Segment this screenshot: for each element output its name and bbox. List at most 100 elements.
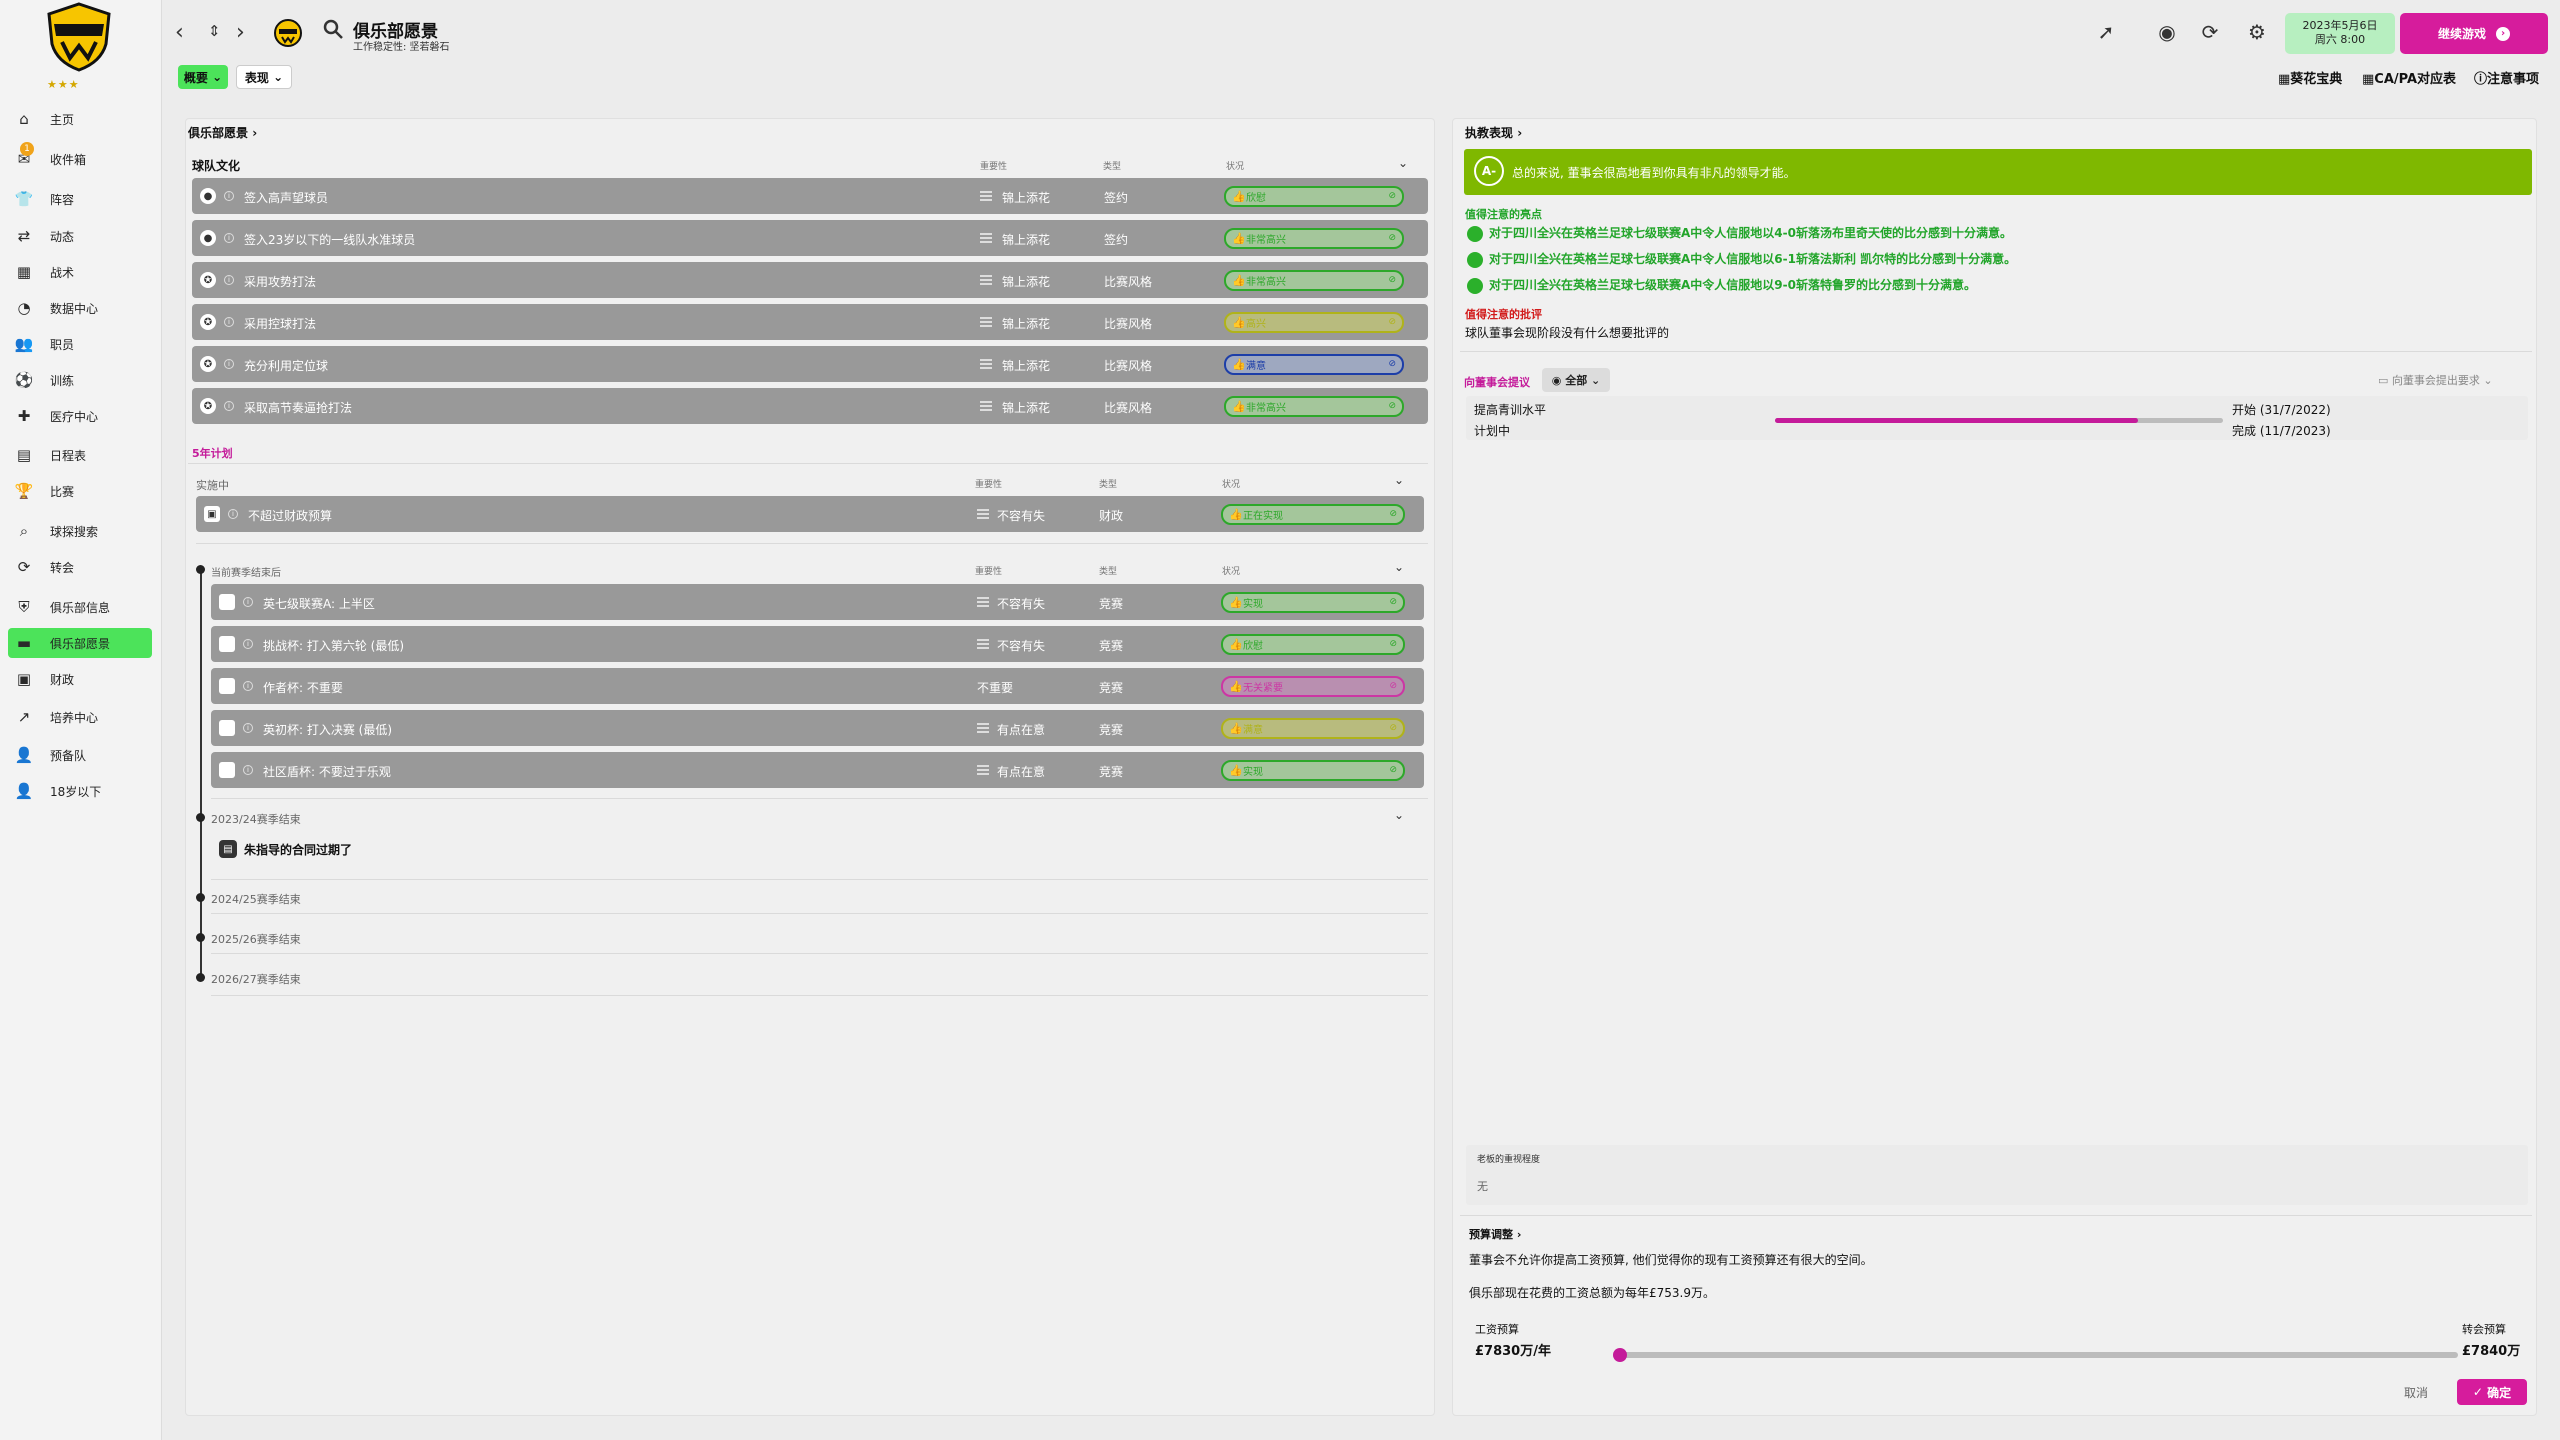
sidebar-item-label: 比赛	[50, 484, 75, 499]
back-arrow-icon[interactable]: ‹	[175, 20, 184, 45]
cancel-button[interactable]: 取消	[2404, 1384, 2428, 1401]
sidebar-item-6[interactable]: 👥 职员	[8, 329, 152, 359]
game-date[interactable]: 2023年5月6日 周六 8:00	[2285, 13, 2395, 54]
info-icon[interactable]: i	[243, 681, 253, 691]
sidebar-item-17[interactable]: 👤 预备队	[8, 740, 152, 770]
sidebar-item-14[interactable]: ▬ 俱乐部愿景	[8, 628, 152, 658]
sidebar-item-1[interactable]: ✉ 1 收件箱	[8, 142, 152, 174]
continue-button[interactable]: 继续游戏 ›	[2400, 13, 2548, 54]
sidebar-item-11[interactable]: ⌕ 球探搜索	[8, 516, 152, 546]
performance-title[interactable]: 执教表现 ›	[1465, 124, 1522, 141]
vision-row[interactable]: ✪ i 充分利用定位球 锦上添花 比赛风格 👍 满意 ⊘	[192, 346, 1428, 382]
info-icon[interactable]: i	[224, 275, 234, 285]
contract-note: ▤ 朱指导的合同过期了	[219, 840, 352, 858]
notes-link[interactable]: ⓘ注意事项	[2474, 68, 2539, 87]
vision-row-label: 英初杯: 打入决赛 (最低)	[263, 723, 393, 737]
status-badge[interactable]: 👍 满意 ⊘	[1221, 718, 1405, 739]
vision-row[interactable]: i 英七级联赛A: 上半区 不容有失 竞赛 👍 实现 ⊘	[211, 584, 1424, 620]
search-icon[interactable]	[322, 18, 344, 40]
status-badge[interactable]: 👍 非常高兴 ⊘	[1224, 270, 1404, 291]
plan-title: 5年计划	[192, 447, 233, 460]
status-badge[interactable]: 👍 满意 ⊘	[1224, 354, 1404, 375]
importance-icon	[980, 191, 992, 201]
club-crest-icon[interactable]	[46, 2, 112, 72]
sidebar-item-7[interactable]: ⚽ 训练	[8, 365, 152, 395]
sidebar-item-12[interactable]: ⟳ 转会	[8, 552, 152, 582]
info-icon[interactable]: i	[243, 597, 253, 607]
sidebar-item-10[interactable]: 🏆 比赛	[8, 476, 152, 506]
col-type: 类型	[1099, 480, 1118, 490]
sidebar-item-2[interactable]: 👕 阵容	[8, 184, 152, 214]
person-icon: ●	[200, 188, 216, 204]
tab-performance[interactable]: 表现 ⌄	[236, 65, 292, 89]
sidebar-item-label: 动态	[50, 229, 75, 244]
rocket-icon[interactable]: ➚	[2094, 20, 2118, 44]
forward-arrow-icon[interactable]: ›	[236, 20, 245, 45]
vision-row[interactable]: i 英初杯: 打入决赛 (最低) 有点在意 竞赛 👍 满意 ⊘	[211, 710, 1424, 746]
info-icon[interactable]: i	[224, 191, 234, 201]
vision-row[interactable]: i 作者杯: 不重要 不重要 竞赛 👍 无关紧要 ⊘	[211, 668, 1424, 704]
chevron-down-icon[interactable]: ⌄	[1394, 808, 1404, 822]
info-icon[interactable]: i	[228, 509, 238, 519]
sidebar-item-18[interactable]: 👤 18岁以下	[8, 776, 152, 806]
handbook-link[interactable]: ▦葵花宝典	[2278, 68, 2342, 87]
info-icon[interactable]: i	[224, 401, 234, 411]
refresh-icon[interactable]: ⟳	[2198, 20, 2222, 44]
capa-link[interactable]: ▦CA/PA对应表	[2362, 68, 2456, 87]
budget-slider-handle[interactable]	[1613, 1348, 1627, 1362]
status-badge[interactable]: 👍 实现 ⊘	[1221, 592, 1405, 613]
confirm-button[interactable]: ✓ 确定	[2457, 1379, 2527, 1405]
sidebar-item-13[interactable]: ⛨ 俱乐部信息	[8, 592, 152, 622]
status-badge[interactable]: 👍 非常高兴 ⊘	[1224, 228, 1404, 249]
gear-icon[interactable]: ⚙	[2245, 20, 2269, 44]
sidebar-item-16[interactable]: ↗ 培养中心	[8, 702, 152, 732]
sidebar-item-15[interactable]: ▣ 财政	[8, 664, 152, 694]
budget-slider[interactable]	[1613, 1348, 2458, 1362]
club-crest-small-icon[interactable]	[273, 18, 303, 48]
status-badge[interactable]: 👍 非常高兴 ⊘	[1224, 396, 1404, 417]
vision-row[interactable]: ● i 签入23岁以下的一线队水准球员 锦上添花 签约 👍 非常高兴 ⊘	[192, 220, 1428, 256]
sidebar-item-9[interactable]: ▤ 日程表	[8, 440, 152, 470]
sidebar-item-5[interactable]: ◔ 数据中心	[8, 293, 152, 323]
make-request-button[interactable]: ▭ 向董事会提出要求 ⌄	[2378, 372, 2493, 388]
status-badge[interactable]: 👍 无关紧要 ⊘	[1221, 676, 1405, 697]
sidebar-item-4[interactable]: ▦ 战术	[8, 257, 152, 287]
info-icon[interactable]: i	[224, 359, 234, 369]
vision-row[interactable]: ✪ i 采取高节奏逼抢打法 锦上添花 比赛风格 👍 非常高兴 ⊘	[192, 388, 1428, 424]
chevron-down-icon[interactable]: ⌄	[1394, 560, 1404, 574]
filter-dropdown[interactable]: ◉ 全部 ⌄	[1542, 368, 1610, 392]
sidebar-item-8[interactable]: ✚ 医疗中心	[8, 401, 152, 431]
vision-row[interactable]: i 社区盾杯: 不要过于乐观 有点在意 竞赛 👍 实现 ⊘	[211, 752, 1424, 788]
info-icon[interactable]: i	[243, 723, 253, 733]
season-end-title: 当前赛季结束后	[211, 568, 281, 579]
vision-row[interactable]: ● i 签入高声望球员 锦上添花 签约 👍 欣慰 ⊘	[192, 178, 1428, 214]
chevron-down-icon[interactable]: ⌄	[1398, 156, 1408, 170]
squad-icon: 👕	[14, 190, 34, 208]
vision-row[interactable]: i 挑战杯: 打入第六轮 (最低) 不容有失 竞赛 👍 欣慰 ⊘	[211, 626, 1424, 662]
info-icon[interactable]: i	[224, 317, 234, 327]
vision-row[interactable]: ✪ i 采用攻势打法 锦上添花 比赛风格 👍 非常高兴 ⊘	[192, 262, 1428, 298]
vision-row[interactable]: ✪ i 采用控球打法 锦上添花 比赛风格 👍 高兴 ⊘	[192, 304, 1428, 340]
vision-title[interactable]: 俱乐部愿景 ›	[188, 124, 257, 141]
status-badge[interactable]: 👍 欣慰 ⊘	[1221, 634, 1405, 655]
up-down-icon[interactable]: ⇕	[208, 22, 221, 40]
status-label: 非常高兴	[1246, 235, 1286, 246]
sidebar-item-0[interactable]: ⌂ 主页	[8, 104, 152, 134]
status-badge[interactable]: 👍 正在实现 ⊘	[1221, 504, 1405, 525]
tab-overview[interactable]: 概要 ⌄	[178, 65, 228, 89]
chevron-right-icon: ›	[2496, 26, 2510, 41]
cup-crest-icon	[219, 636, 235, 652]
vision-row[interactable]: ▣ i 不超过财政预算 不容有失 财政 👍 正在实现 ⊘	[196, 496, 1424, 532]
col-type: 类型	[1099, 567, 1118, 577]
info-icon[interactable]: i	[243, 639, 253, 649]
status-badge[interactable]: 👍 欣慰 ⊘	[1224, 186, 1404, 207]
info-icon[interactable]: i	[224, 233, 234, 243]
info-icon[interactable]: i	[243, 765, 253, 775]
budget-title[interactable]: 预算调整 ›	[1469, 1226, 1521, 1242]
status-badge[interactable]: 👍 实现 ⊘	[1221, 760, 1405, 781]
status-badge[interactable]: 👍 高兴 ⊘	[1224, 312, 1404, 333]
chevron-down-icon[interactable]: ⌄	[1394, 473, 1404, 487]
highlights-title: 值得注意的亮点	[1465, 208, 1542, 221]
sidebar-item-3[interactable]: ⇄ 动态	[8, 221, 152, 251]
globe-icon[interactable]: ◉	[2155, 20, 2179, 44]
